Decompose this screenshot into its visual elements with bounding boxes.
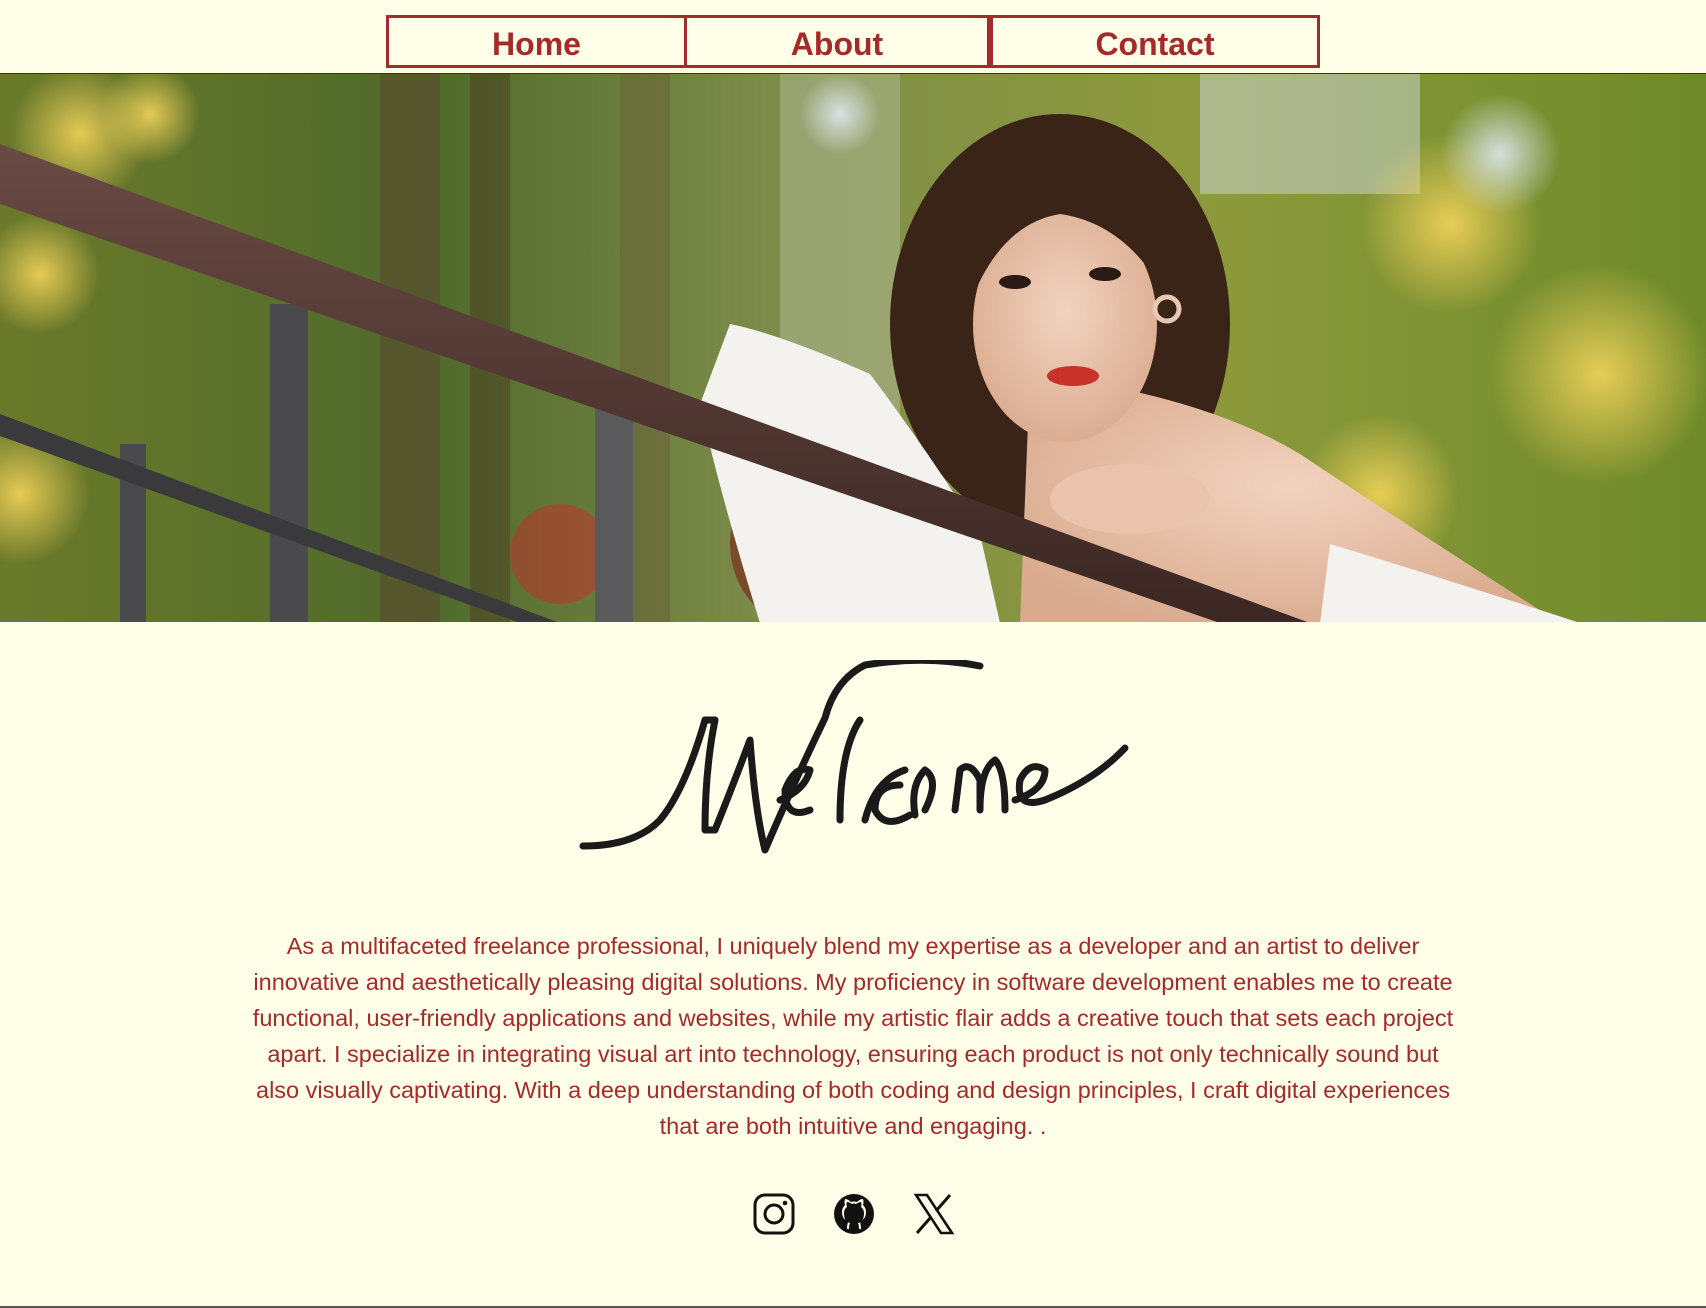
- nav-about-button[interactable]: About: [687, 15, 990, 68]
- x-icon[interactable]: [912, 1192, 956, 1236]
- welcome-lettering: [576, 653, 1132, 857]
- main-nav: Home About Contact: [386, 15, 1320, 68]
- github-icon[interactable]: [832, 1192, 876, 1236]
- nav-home-button[interactable]: Home: [386, 15, 687, 68]
- social-links: [752, 1192, 956, 1236]
- hero-photo: [0, 74, 1706, 622]
- page: Home About Contact As a multifaceted fre…: [0, 0, 1706, 1308]
- welcome-script: [575, 653, 1135, 870]
- instagram-icon[interactable]: [752, 1192, 796, 1236]
- intro-paragraph: As a multifaceted freelance professional…: [252, 933, 1454, 1139]
- nav-contact-button[interactable]: Contact: [990, 15, 1320, 68]
- hero-image: [0, 73, 1706, 622]
